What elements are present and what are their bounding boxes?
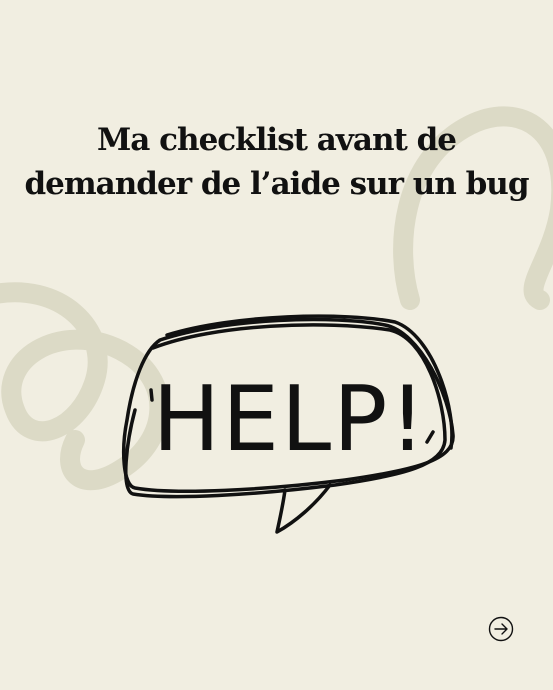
title-line-1: Ma checklist avant de xyxy=(96,122,457,158)
arrow-right-circle-icon[interactable] xyxy=(488,616,514,642)
help-text: HELP! xyxy=(152,367,427,472)
title-line-2: demander de l’aide sur un bug xyxy=(24,166,529,202)
slide: Ma checklist avant de demander de l’aide… xyxy=(0,0,553,690)
speech-bubble-icon: HELP! xyxy=(121,314,455,534)
page-title: Ma checklist avant de demander de l’aide… xyxy=(0,118,553,206)
